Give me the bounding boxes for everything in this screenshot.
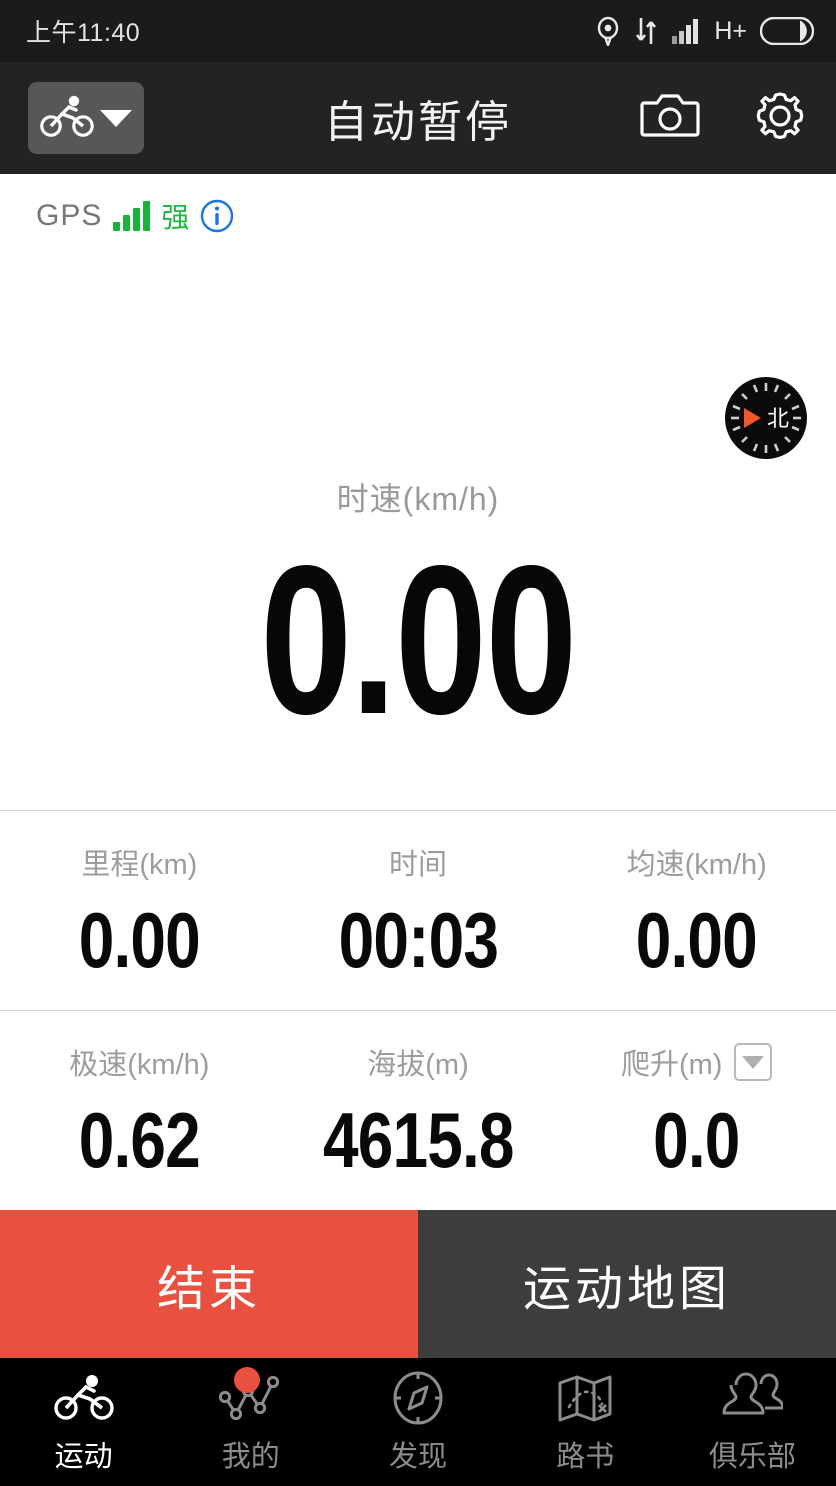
battery-icon	[760, 17, 814, 45]
stat-value: 00:03	[338, 896, 498, 984]
stats-row-secondary: 极速(km/h) 0.62 海拔(m) 4615.8 爬升(m) 0.0	[0, 1011, 836, 1210]
stat-average-speed[interactable]: 均速(km/h) 0.00	[557, 811, 836, 1010]
tab-club[interactable]: 俱乐部	[669, 1369, 836, 1475]
action-button-bar: 结束 运动地图	[0, 1210, 836, 1358]
gear-icon[interactable]	[752, 88, 808, 149]
stat-label-with-dropdown: 爬升(m)	[557, 1041, 836, 1083]
gps-label: GPS	[36, 199, 103, 232]
network-type-label: H+	[714, 16, 747, 45]
stat-duration[interactable]: 时间 00:03	[279, 811, 558, 1010]
svg-text:北: 北	[767, 406, 789, 431]
caret-down-icon	[100, 109, 132, 127]
current-speed-value: 0.00	[260, 521, 577, 758]
chevron-down-icon[interactable]	[734, 1043, 773, 1081]
stats-row-primary: 里程(km) 0.00 时间 00:03 均速(km/h) 0.00	[0, 811, 836, 1010]
stat-climb[interactable]: 爬升(m) 0.0	[557, 1011, 836, 1210]
tab-label: 俱乐部	[708, 1441, 796, 1473]
end-workout-button[interactable]: 结束	[0, 1210, 418, 1358]
current-speed-block: 时速(km/h) 0.00	[0, 474, 836, 758]
stat-value: 0.00	[636, 896, 758, 984]
cyclist-icon	[53, 1369, 115, 1427]
tab-routebook[interactable]: 路书	[502, 1369, 669, 1475]
folded-map-icon	[555, 1369, 615, 1427]
sport-map-button[interactable]: 运动地图	[418, 1210, 836, 1358]
notification-badge	[233, 1367, 260, 1393]
app-header: 自动暂停	[0, 62, 836, 174]
compass-widget[interactable]: 北	[725, 377, 807, 459]
activity-type-selector[interactable]	[28, 82, 144, 154]
main-dashboard: GPS 强 北 时速(km/h) 0.00 里程(km) 0.00 时间 00:…	[0, 174, 836, 1210]
cyclist-icon	[40, 94, 94, 143]
bottom-tab-bar: 运动 我的 发现 路书 俱乐部	[0, 1358, 836, 1486]
tab-label: 我的	[221, 1441, 280, 1473]
info-icon[interactable]	[200, 199, 234, 233]
stat-altitude[interactable]: 海拔(m) 4615.8	[279, 1011, 558, 1210]
tab-sport[interactable]: 运动	[0, 1369, 167, 1475]
stat-value: 0.62	[78, 1096, 201, 1184]
gps-signal-bars	[113, 201, 151, 231]
stat-label: 均速(km/h)	[626, 849, 767, 881]
line-chart-icon	[216, 1367, 286, 1427]
stat-value: 4615.8	[322, 1096, 515, 1184]
status-time: 上午11:40	[26, 19, 141, 47]
stat-distance[interactable]: 里程(km) 0.00	[0, 811, 279, 1010]
app-screen: 上午11:40 H+ 自动暂停 GPS 强 北 时速(km/h) 0.00 里程…	[0, 0, 836, 1486]
stat-label: 极速(km/h)	[69, 1049, 210, 1081]
tab-label: 运动	[54, 1441, 113, 1473]
gps-strength-label: 强	[161, 202, 190, 233]
stat-value: 0.00	[78, 896, 201, 984]
tab-mine[interactable]: 我的	[167, 1367, 334, 1475]
stat-max-speed[interactable]: 极速(km/h) 0.62	[0, 1011, 279, 1210]
stat-label: 里程(km)	[81, 849, 198, 881]
stat-label: 海拔(m)	[367, 1049, 469, 1081]
status-icon-group: H+	[595, 16, 814, 46]
header-action-group	[640, 88, 808, 149]
stat-value: 0.0	[653, 1096, 740, 1184]
stat-label: 时间	[389, 849, 448, 881]
signal-icon	[671, 18, 701, 44]
status-bar: 上午11:40 H+	[0, 0, 836, 62]
compass-icon	[389, 1369, 447, 1427]
current-speed-label: 时速(km/h)	[336, 481, 500, 517]
gps-status[interactable]: GPS 强	[36, 196, 234, 236]
tab-label: 路书	[556, 1441, 615, 1473]
data-transfer-icon	[634, 16, 658, 46]
tab-label: 发现	[389, 1441, 448, 1473]
people-icon	[721, 1369, 784, 1427]
stat-label: 爬升(m)	[620, 1049, 723, 1081]
camera-icon[interactable]	[640, 91, 700, 146]
tab-discover[interactable]: 发现	[334, 1369, 501, 1475]
location-icon	[595, 16, 621, 46]
